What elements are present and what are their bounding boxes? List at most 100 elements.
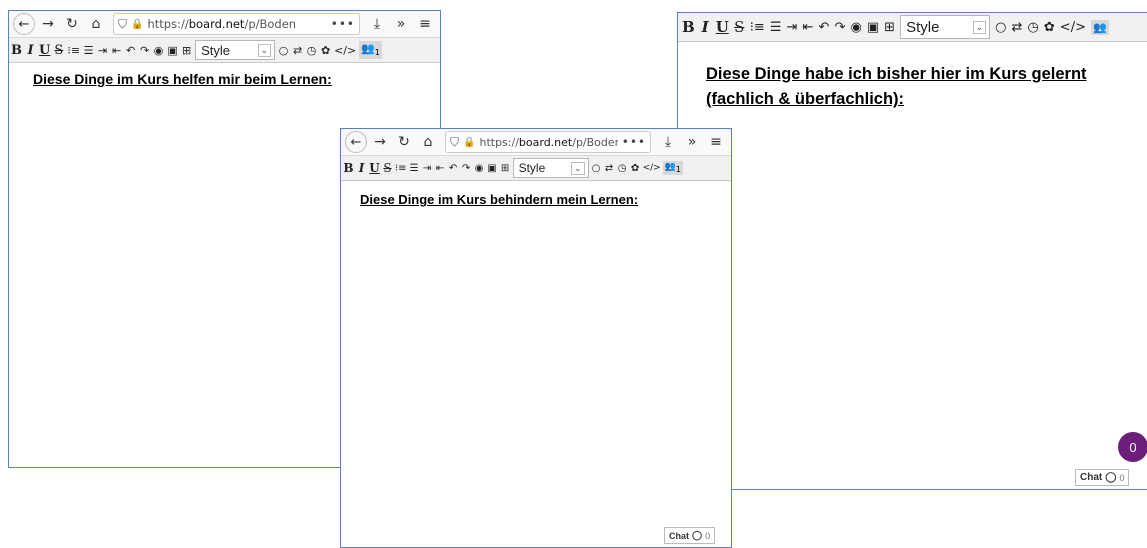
eye-icon[interactable]: ◉ [850, 20, 861, 35]
eye-icon[interactable]: ◉ [153, 44, 164, 57]
indent-icon[interactable]: ⇥ [97, 44, 108, 57]
back-icon[interactable]: ← [13, 13, 35, 35]
gear-icon[interactable]: ✿ [630, 163, 641, 174]
url-text: https://board.net/p/Boden [479, 135, 618, 149]
editor-toolbar: B I U S ⁝≡ ☰ ⇥ ⇤ ↶ ↷ ◉ ▣ ⊞ Style ⌄ ○ ⇄ ◷ … [341, 156, 731, 181]
strikethrough-button[interactable]: S [53, 43, 64, 58]
home-icon[interactable]: ⌂ [85, 13, 107, 35]
reload-icon[interactable]: ↻ [61, 13, 83, 35]
forward-icon[interactable]: → [37, 13, 59, 35]
users-icon[interactable]: 👥1 [359, 41, 382, 59]
ordered-list-icon[interactable]: ⁝≡ [750, 20, 765, 35]
chevron-down-icon: ⌄ [571, 161, 585, 175]
clock-icon[interactable]: ◷ [1027, 20, 1038, 35]
eye-icon[interactable]: ◉ [474, 163, 485, 174]
clock-icon[interactable]: ◷ [617, 163, 628, 174]
redo-icon[interactable]: ↷ [139, 44, 150, 57]
italic-button[interactable]: I [356, 161, 367, 175]
strikethrough-button[interactable]: S [382, 161, 393, 175]
bold-button[interactable]: B [343, 161, 354, 175]
undo-icon[interactable]: ↶ [448, 163, 459, 174]
undo-icon[interactable]: ↶ [125, 44, 136, 57]
pad-heading: Diese Dinge habe ich bisher hier im Kurs… [706, 65, 1087, 108]
indent-icon[interactable]: ⇥ [786, 20, 798, 35]
bullet-list-icon[interactable]: ☰ [83, 44, 94, 57]
bullet-list-icon[interactable]: ☰ [770, 20, 782, 35]
browser-navbar: ← → ↻ ⌂ ⛉ 🔒 https://board.net/p/Boden ••… [9, 11, 440, 38]
redo-icon[interactable]: ↷ [461, 163, 472, 174]
italic-button[interactable]: I [25, 43, 36, 58]
circle-icon[interactable]: ○ [278, 44, 289, 57]
shield-icon: ⛉ [118, 16, 128, 31]
chat-button[interactable]: Chat ◯ 0 [664, 527, 716, 544]
gear-icon[interactable]: ✿ [1044, 20, 1055, 35]
underline-button[interactable]: U [369, 161, 380, 175]
url-text: https://board.net/p/Boden [147, 17, 297, 31]
right-browser-window: B I U S ⁝≡ ☰ ⇥ ⇤ ↶ ↷ ◉ ▣ ⊞ Style ⌄ ○ ⇄ ◷ … [677, 12, 1147, 490]
bullet-list-icon[interactable]: ☰ [409, 163, 420, 174]
outdent-icon[interactable]: ⇤ [802, 20, 814, 35]
undo-icon[interactable]: ↶ [818, 20, 830, 35]
sync-icon[interactable]: ⇄ [292, 44, 303, 57]
sync-icon[interactable]: ⇄ [1011, 20, 1023, 35]
circle-icon[interactable]: ○ [591, 163, 602, 174]
pad-heading: Diese Dinge im Kurs helfen mir beim Lern… [33, 71, 332, 87]
bold-button[interactable]: B [682, 18, 695, 36]
lock-icon: 🔒 [131, 18, 144, 30]
strikethrough-button[interactable]: S [734, 18, 745, 36]
middle-browser-window: ← → ↻ ⌂ ⛉ 🔒 https://board.net/p/Boden ••… [340, 128, 732, 548]
image-icon[interactable]: ▣ [487, 163, 498, 174]
ordered-list-icon[interactable]: ⁝≡ [395, 163, 407, 174]
chat-bubble-icon: ◯ [1105, 472, 1117, 483]
clock-icon[interactable]: ◷ [306, 44, 317, 57]
pad-editor[interactable]: Diese Dinge im Kurs helfen mir beim Lern… [9, 63, 440, 87]
editor-toolbar: B I U S ⁝≡ ☰ ⇥ ⇤ ↶ ↷ ◉ ▣ ⊞ Style ⌄ ○ ⇄ ◷ … [9, 38, 440, 63]
menu-icon[interactable]: ≡ [414, 13, 436, 35]
menu-icon[interactable]: ≡ [705, 131, 727, 153]
italic-button[interactable]: I [700, 18, 711, 36]
shield-icon: ⛉ [450, 134, 460, 149]
pad-editor[interactable]: Diese Dinge habe ich bisher hier im Kurs… [678, 42, 1146, 112]
table-icon[interactable]: ⊞ [500, 163, 511, 174]
outdent-icon[interactable]: ⇤ [111, 44, 122, 57]
gear-icon[interactable]: ✿ [320, 44, 331, 57]
users-icon[interactable]: 👥1 [662, 161, 683, 175]
more-icon[interactable]: ••• [622, 135, 646, 149]
underline-button[interactable]: U [39, 43, 50, 58]
overflow-icon[interactable]: » [390, 13, 412, 35]
download-icon[interactable]: ⤓ [657, 131, 679, 153]
browser-navbar: ← → ↻ ⌂ ⛉ 🔒 https://board.net/p/Boden ••… [341, 129, 731, 156]
pad-editor[interactable]: Diese Dinge im Kurs behindern mein Lerne… [341, 181, 731, 207]
code-icon[interactable]: </> [334, 44, 356, 57]
reload-icon[interactable]: ↻ [393, 131, 415, 153]
notification-badge[interactable]: 0 [1118, 432, 1147, 462]
table-icon[interactable]: ⊞ [181, 44, 192, 57]
url-bar[interactable]: ⛉ 🔒 https://board.net/p/Boden ••• [113, 13, 360, 35]
users-icon[interactable]: 👥 [1090, 19, 1109, 35]
download-icon[interactable]: ⤓ [366, 13, 388, 35]
outdent-icon[interactable]: ⇤ [435, 163, 446, 174]
image-icon[interactable]: ▣ [167, 44, 178, 57]
more-icon[interactable]: ••• [331, 17, 355, 31]
indent-icon[interactable]: ⇥ [422, 163, 433, 174]
overflow-icon[interactable]: » [681, 131, 703, 153]
image-icon[interactable]: ▣ [867, 20, 879, 35]
circle-icon[interactable]: ○ [995, 20, 1006, 35]
chat-button[interactable]: Chat ◯ 0 [1075, 469, 1130, 486]
redo-icon[interactable]: ↷ [834, 20, 846, 35]
underline-button[interactable]: U [716, 18, 729, 36]
chevron-down-icon: ⌄ [972, 20, 987, 34]
style-select[interactable]: Style ⌄ [900, 15, 991, 39]
style-select[interactable]: Style ⌄ [512, 158, 589, 178]
forward-icon[interactable]: → [369, 131, 391, 153]
style-select[interactable]: Style ⌄ [195, 40, 276, 60]
table-icon[interactable]: ⊞ [884, 20, 895, 35]
url-bar[interactable]: ⛉ 🔒 https://board.net/p/Boden ••• [445, 131, 651, 153]
ordered-list-icon[interactable]: ⁝≡ [67, 44, 80, 57]
home-icon[interactable]: ⌂ [417, 131, 439, 153]
code-icon[interactable]: </> [1060, 20, 1086, 35]
code-icon[interactable]: </> [643, 163, 661, 173]
back-icon[interactable]: ← [345, 131, 367, 153]
bold-button[interactable]: B [11, 43, 22, 58]
sync-icon[interactable]: ⇄ [604, 163, 615, 174]
